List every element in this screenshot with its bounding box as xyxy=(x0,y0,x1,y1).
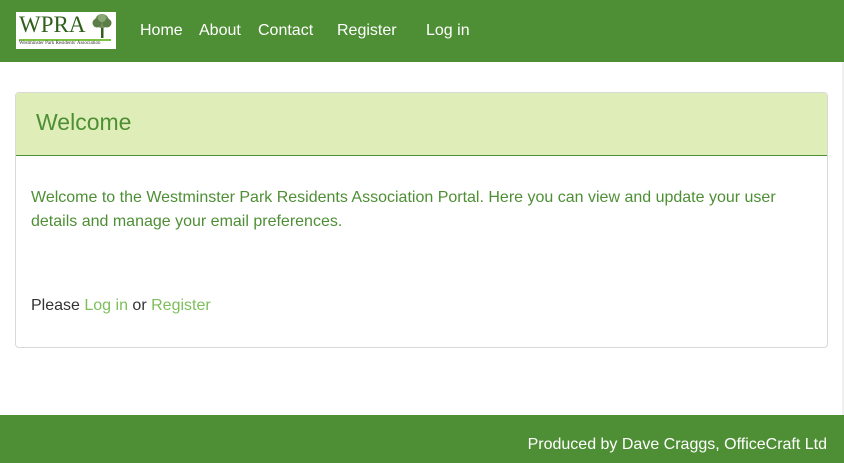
welcome-panel: Welcome Welcome to the Westminster Park … xyxy=(15,92,828,348)
logo-subtitle: Westminster Park Residents' Association xyxy=(19,41,101,46)
panel-heading: Welcome xyxy=(16,93,827,156)
panel-title: Welcome xyxy=(36,109,132,135)
logo-text: WPRA xyxy=(19,12,86,37)
nav-about[interactable]: About xyxy=(199,21,241,41)
prompt-or: or xyxy=(132,297,147,314)
top-navbar: WPRA Westminster Park Residents' Associa… xyxy=(0,0,844,62)
wpra-logo[interactable]: WPRA Westminster Park Residents' Associa… xyxy=(16,12,116,49)
register-link[interactable]: Register xyxy=(151,297,211,314)
nav-register[interactable]: Register xyxy=(337,21,397,41)
login-prompt: Please Log in or Register xyxy=(31,294,211,318)
nav-contact[interactable]: Contact xyxy=(258,21,313,41)
footer: Produced by Dave Craggs, OfficeCraft Ltd xyxy=(0,415,844,463)
footer-credit: Produced by Dave Craggs, OfficeCraft Ltd xyxy=(527,436,827,453)
nav-login[interactable]: Log in xyxy=(426,21,470,41)
login-link[interactable]: Log in xyxy=(84,297,128,314)
welcome-message: Welcome to the Westminster Park Resident… xyxy=(31,189,776,230)
prompt-prefix: Please xyxy=(31,297,80,314)
nav-home[interactable]: Home xyxy=(140,21,183,41)
tree-icon xyxy=(92,14,112,38)
